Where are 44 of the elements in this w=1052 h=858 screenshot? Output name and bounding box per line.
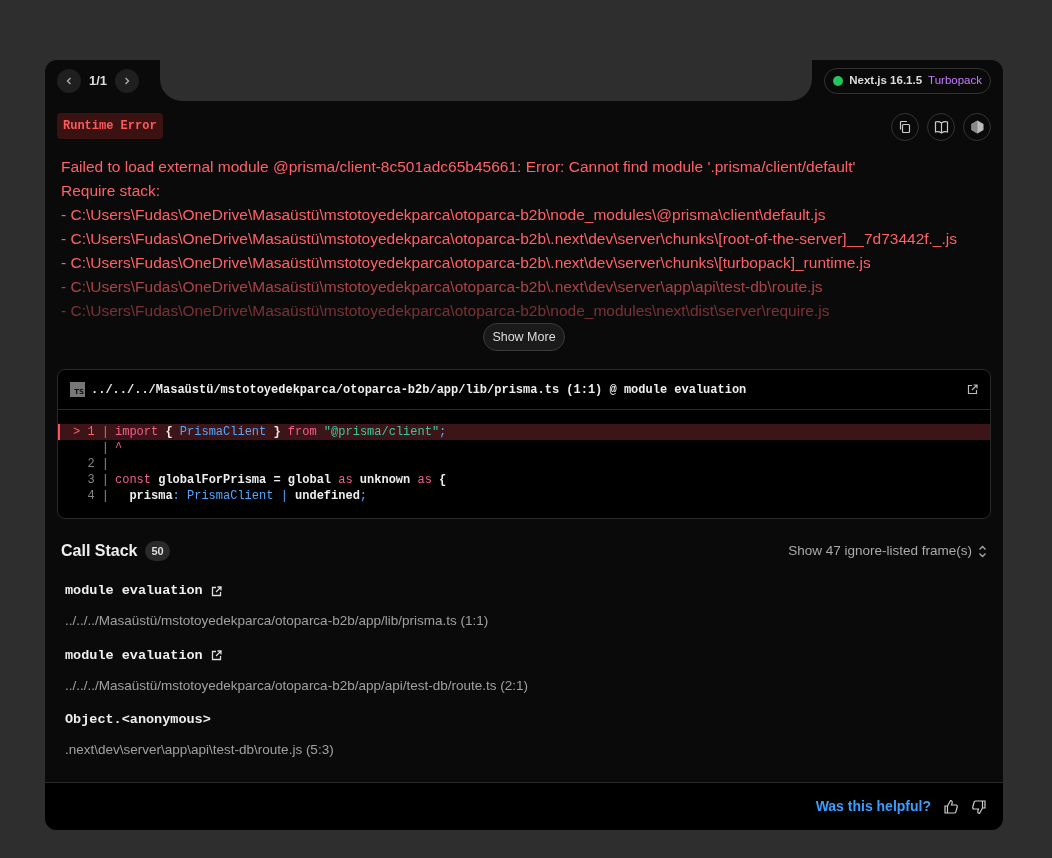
frame-location: .next\dev\server\app\api\test-db\route.js (5:3) (65, 741, 335, 760)
feedback-link[interactable]: Was this helpful? (815, 796, 931, 817)
page-counter: 1/1 (89, 71, 108, 90)
external-link-icon[interactable] (210, 650, 222, 662)
frame-name: module evaluation (65, 646, 203, 665)
thumbs-up-button[interactable] (943, 798, 959, 815)
hexagon-icon (970, 120, 984, 134)
error-message-line: - C:\Users\Fudas\OneDrive\Masaüstü\mstotoyedekparca\otoparca-b2b\.next\dev\server\chunks\[root-of-the-server]__7d73442f._.js (61, 229, 958, 249)
error-message-line: - C:\Users\Fudas\OneDrive\Masaüstü\mstotoyedekparca\otoparca-b2b\.next\dev\server\app\api\test-db\route.js (61, 277, 824, 297)
frame-name: Object.<anonymous> (65, 711, 211, 729)
thumbs-down-icon (971, 798, 987, 815)
external-link-icon[interactable] (967, 384, 978, 395)
book-icon (933, 120, 949, 134)
frame-name: module evaluation (65, 582, 203, 600)
code-line: import { PrismaClient } from "@prisma/client"; (115, 424, 447, 440)
external-link-icon[interactable] (210, 585, 222, 597)
copy-icon (898, 120, 912, 134)
line-number: 3 | (86, 472, 110, 488)
thumbs-down-button[interactable] (971, 798, 987, 815)
line-number: | (100, 440, 110, 456)
line-number: 2 | (86, 456, 110, 472)
error-message-line: Require stack: (61, 181, 162, 201)
line-number: > 1 | (72, 424, 110, 440)
frame-location: ../../../Masaüstü/mstotoyedekparca/otoparca-b2b/app/api/test-db/route.ts (2:1) (65, 676, 529, 695)
ignore-listed-toggle[interactable]: Show 47 ignore-listed frame(s) (788, 540, 987, 562)
code-line: const globalForPrisma = global as unknown as { (115, 472, 447, 488)
show-more-button[interactable]: Show More (483, 323, 565, 351)
chevron-left-icon (64, 75, 74, 86)
chevron-up-down-icon (978, 544, 987, 558)
code-frame-file-path: ../../../Masaüstü/mstotoyedekparca/otoparca-b2b/app/lib/prisma.ts (1:1) @ module evaluation (91, 381, 748, 399)
frame-location: ../../../Masaüstü/mstotoyedekparca/otoparca-b2b/app/lib/prisma.ts (1:1) (65, 612, 490, 631)
thumbs-up-icon (943, 798, 959, 815)
error-type-label: Runtime Error (57, 113, 163, 139)
line-number: 4 | (86, 488, 110, 504)
error-message-line: - C:\Users\Fudas\OneDrive\Masaüstü\mstotoyedekparca\otoparca-b2b\node_modules\@prisma\client\default.js (61, 205, 827, 225)
call-stack-heading: Call Stack (61, 541, 138, 561)
error-message-line: - C:\Users\Fudas\OneDrive\Masaüstü\mstotoyedekparca\otoparca-b2b\node_modules\next\dist\server\require.js (61, 301, 831, 321)
bundler-label: Turbopack (928, 72, 982, 88)
code-line: prisma: PrismaClient | undefined; (128, 488, 368, 504)
code-line: ^ (115, 440, 123, 456)
version-label: Next.js 16.1.5 (849, 72, 923, 88)
error-message-line: - C:\Users\Fudas\OneDrive\Masaüstü\mstotoyedekparca\otoparca-b2b\.next\dev\server\chunks\[turbopack]_runtime.js (61, 253, 872, 273)
frame-count: 50 (145, 540, 170, 562)
error-message-line: Failed to load external module @prisma/client-8c501adc65b45661: Error: Cannot find module '.prisma/client/default' (61, 157, 857, 177)
